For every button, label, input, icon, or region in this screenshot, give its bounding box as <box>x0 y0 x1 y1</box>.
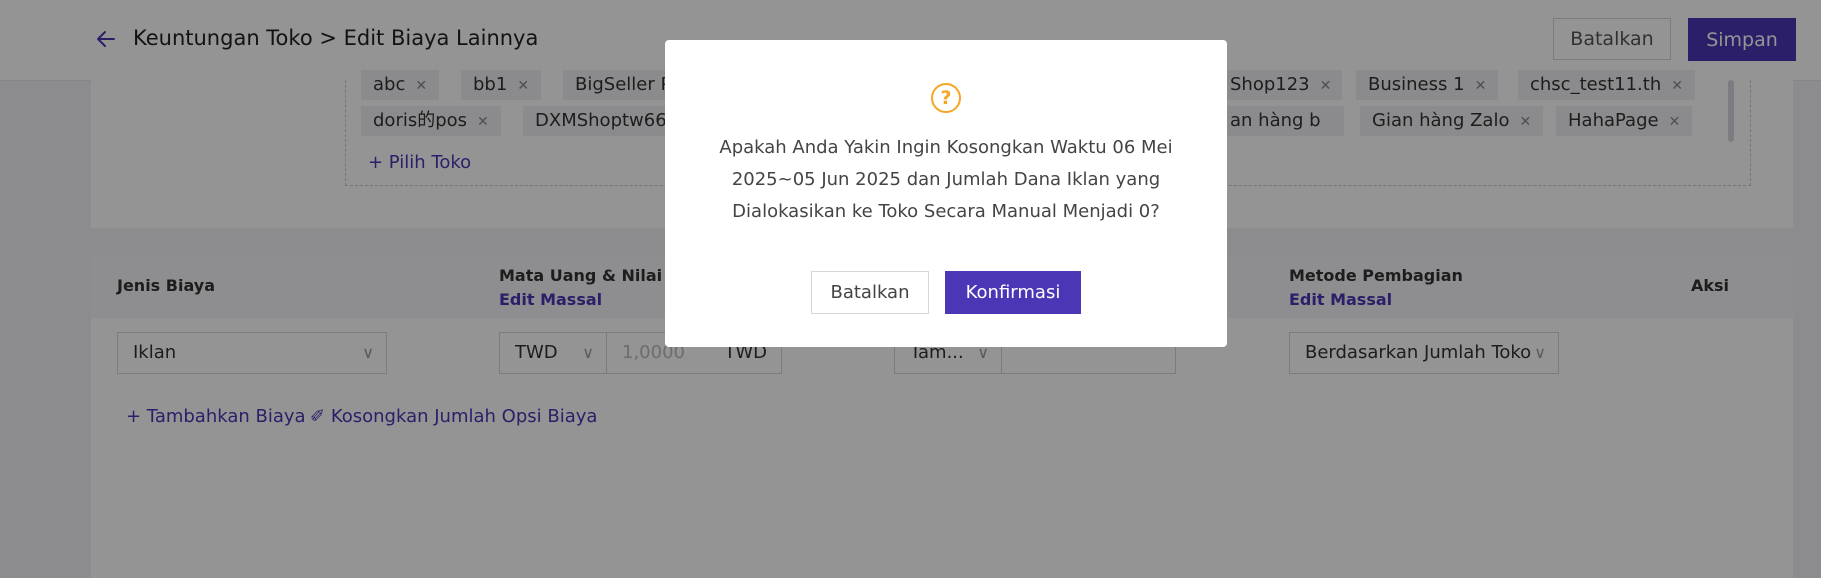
page: Keuntungan Toko > Edit Biaya Lainnya Bat… <box>0 0 1821 578</box>
question-circle-icon: ? <box>931 83 961 113</box>
dialog-message-line: 2025~05 Jun 2025 dan Jumlah Dana Iklan y… <box>731 169 1161 190</box>
dialog-confirm-button[interactable]: Konfirmasi <box>945 271 1081 314</box>
confirm-dialog: ? Apakah Anda Yakin Ingin Kosongkan Wakt… <box>665 40 1227 347</box>
dialog-message-line: Dialokasikan ke Toko Secara Manual Menja… <box>732 201 1160 222</box>
dialog-message-line: Apakah Anda Yakin Ingin Kosongkan Waktu … <box>719 137 1173 158</box>
dialog-cancel-button[interactable]: Batalkan <box>811 271 929 314</box>
dialog-message: Apakah Anda Yakin Ingin Kosongkan Waktu … <box>705 132 1187 228</box>
